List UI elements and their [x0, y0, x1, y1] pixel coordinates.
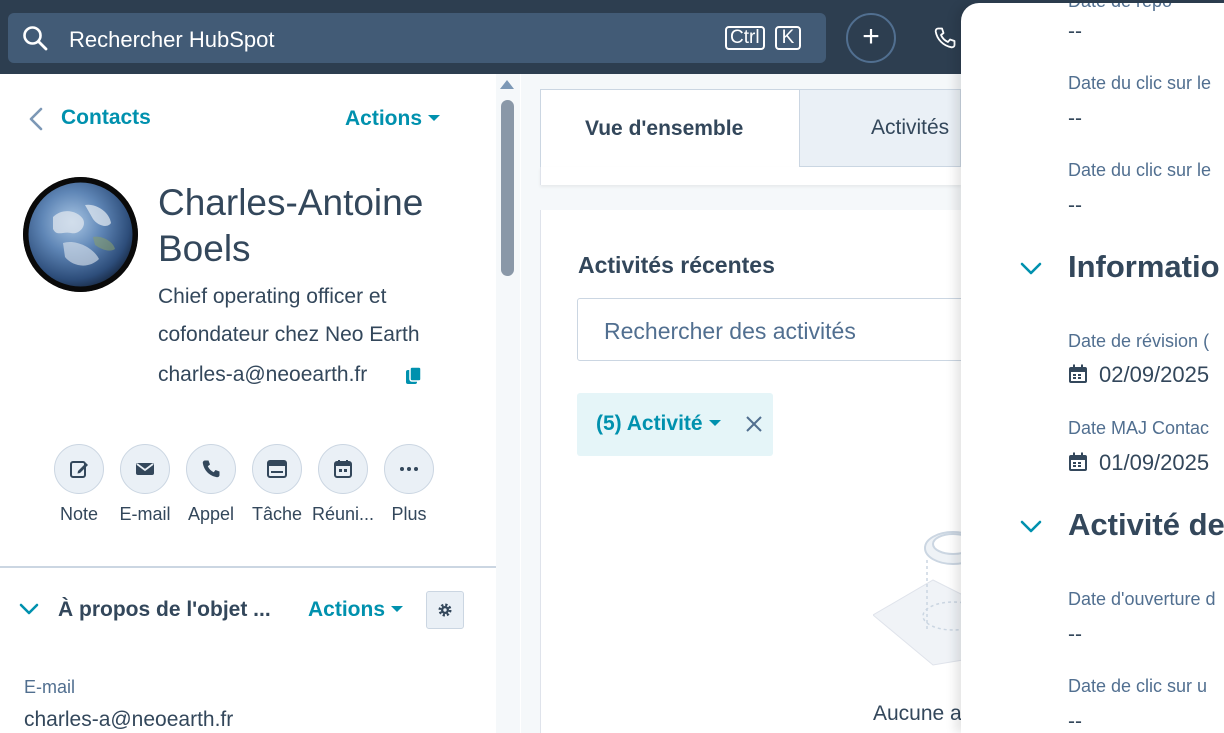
more-icon — [400, 467, 418, 471]
caret-down-icon — [708, 419, 721, 426]
meeting-icon — [334, 460, 352, 478]
chevron-down-icon[interactable] — [18, 600, 40, 618]
caret-down-icon — [391, 605, 404, 612]
plus-icon: + — [862, 20, 880, 53]
property-value[interactable]: -- — [1068, 20, 1082, 44]
note-icon — [70, 461, 88, 478]
avatar[interactable] — [23, 177, 138, 292]
task-button[interactable] — [252, 444, 302, 494]
about-actions-dropdown[interactable]: Actions — [308, 598, 404, 622]
property-label: Date du clic sur le — [1068, 160, 1212, 180]
global-search-input[interactable]: Rechercher HubSpot Ctrl K — [8, 13, 826, 63]
close-icon[interactable] — [745, 415, 763, 433]
property-label-cut: Date de répo — [1068, 3, 1172, 12]
property-label-email: E-mail — [24, 677, 76, 697]
calendar-icon — [1069, 364, 1087, 383]
section-heading-activity[interactable]: Activité de — [1068, 507, 1224, 543]
calendar-icon — [1069, 452, 1087, 471]
scroll-up-arrow-icon[interactable] — [500, 80, 514, 89]
section-divider — [0, 566, 496, 568]
call-label: Appel — [187, 504, 235, 524]
property-label: Date du clic sur le — [1068, 73, 1212, 93]
about-settings-button[interactable] — [426, 591, 464, 629]
create-new-button[interactable]: + — [846, 13, 896, 63]
activity-search-input[interactable]: Rechercher des activités — [577, 298, 967, 361]
meeting-button[interactable] — [318, 444, 368, 494]
shortcut-k-key: K — [775, 26, 801, 50]
property-label-contact-update-date: Date MAJ Contac — [1068, 418, 1210, 438]
contact-email[interactable]: charles-a@neoearth.fr — [158, 363, 367, 387]
note-button[interactable] — [54, 444, 104, 494]
tab-activities[interactable]: Activités — [871, 116, 949, 140]
record-actions-label: Actions — [345, 107, 423, 130]
phone-icon — [202, 460, 220, 478]
property-label-revision-date: Date de révision ( — [1068, 331, 1210, 351]
task-icon — [267, 460, 287, 478]
property-label-open-date: Date d'ouverture d — [1068, 589, 1216, 609]
section-heading-information[interactable]: Informatio — [1068, 249, 1220, 285]
property-value-contact-update-date[interactable]: 01/09/2025 — [1099, 450, 1209, 476]
chevron-down-icon[interactable] — [1019, 259, 1043, 277]
empty-state-text: Aucune a — [873, 702, 962, 725]
empty-state-illustration — [873, 531, 963, 666]
activity-filter-chip[interactable]: (5) Activité — [577, 393, 773, 456]
contact-job-title: Chief operating officer et cofondateur c… — [158, 285, 420, 346]
activity-filter-label: (5) Activité — [596, 412, 721, 436]
email-icon — [136, 463, 154, 475]
contact-sidebar — [0, 74, 520, 733]
caret-down-icon — [428, 114, 441, 121]
calling-phone-icon[interactable] — [933, 26, 957, 50]
property-value[interactable]: -- — [1068, 107, 1082, 131]
property-label-click-date: Date de clic sur u — [1068, 676, 1208, 696]
contact-name: Charles-Antoine Boels — [158, 182, 424, 269]
copy-icon[interactable] — [405, 366, 423, 386]
more-button[interactable] — [384, 444, 434, 494]
activity-search-placeholder: Rechercher des activités — [604, 318, 856, 344]
right-properties-panel: Date de répo -- Date du clic sur le -- D… — [961, 3, 1224, 733]
tab-content-strip — [540, 167, 961, 185]
note-label: Note — [59, 504, 99, 524]
back-to-contacts-link[interactable]: Contacts — [61, 106, 151, 130]
chevron-left-icon[interactable] — [27, 106, 45, 132]
property-value-revision-date[interactable]: 02/09/2025 — [1099, 362, 1209, 388]
email-label: E-mail — [119, 504, 171, 524]
property-value-click-date[interactable]: -- — [1068, 710, 1082, 733]
chevron-down-icon[interactable] — [1019, 517, 1043, 535]
email-button[interactable] — [120, 444, 170, 494]
property-value-open-date[interactable]: -- — [1068, 623, 1082, 647]
shortcut-ctrl-key: Ctrl — [725, 26, 765, 50]
global-search-placeholder: Rechercher HubSpot — [69, 27, 275, 52]
search-icon — [23, 26, 48, 51]
meeting-label: Réuni... — [311, 504, 375, 524]
gear-icon — [438, 603, 452, 617]
call-button[interactable] — [186, 444, 236, 494]
tab-overview[interactable]: Vue d'ensemble — [540, 89, 800, 167]
tab-overview-label: Vue d'ensemble — [585, 117, 744, 140]
property-value-email[interactable]: charles-a@neoearth.fr — [24, 708, 233, 732]
more-label: Plus — [391, 504, 427, 524]
task-label: Tâche — [251, 504, 303, 524]
recent-activities-title: Activités récentes — [578, 252, 775, 278]
property-value[interactable]: -- — [1068, 194, 1082, 218]
record-actions-dropdown[interactable]: Actions — [345, 107, 441, 131]
about-actions-label: Actions — [308, 598, 386, 621]
about-section-title[interactable]: À propos de l'objet ... — [58, 598, 271, 622]
scrollbar-thumb[interactable] — [501, 100, 514, 276]
